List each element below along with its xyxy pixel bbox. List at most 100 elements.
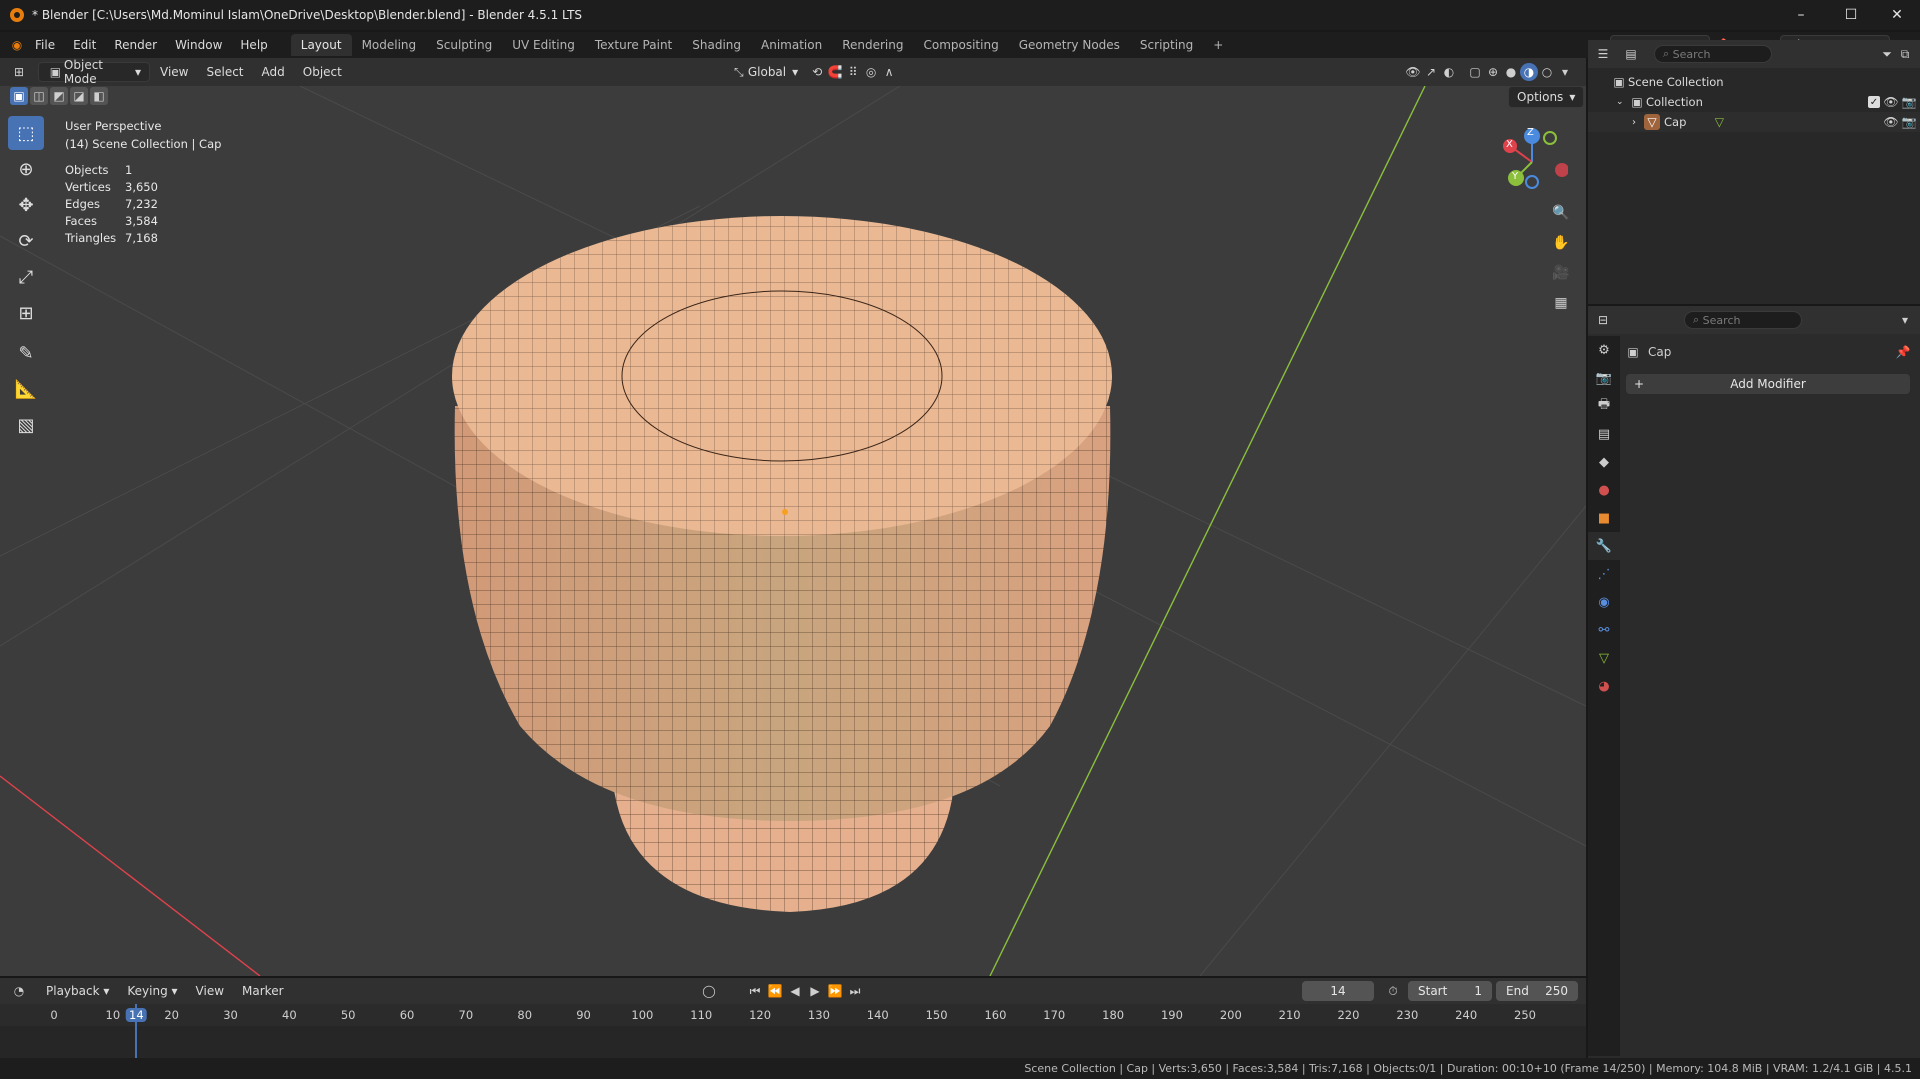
- cursor-tool-icon[interactable]: ⊕: [8, 152, 44, 186]
- menu-edit[interactable]: Edit: [64, 38, 105, 52]
- xray-icon[interactable]: ▢: [1466, 63, 1484, 81]
- add-cube-tool-icon[interactable]: ▧: [8, 408, 44, 442]
- menu-keying[interactable]: Keying ▾: [119, 981, 185, 1001]
- select-new-icon[interactable]: ▣: [10, 87, 28, 105]
- mesh-data-icon[interactable]: ▽: [1710, 113, 1728, 131]
- select-invert-icon[interactable]: ◪: [70, 87, 88, 105]
- world-tab-icon[interactable]: ●: [1588, 476, 1620, 504]
- menu-help[interactable]: Help: [231, 38, 276, 52]
- menu-view[interactable]: View: [152, 62, 196, 82]
- exclude-checkbox-icon[interactable]: ✓: [1868, 96, 1880, 108]
- shading-options-icon[interactable]: ▾: [1556, 63, 1574, 81]
- outliner-collection[interactable]: ⌄ ▣ Collection ✓ 👁 📷: [1588, 92, 1920, 112]
- timeline-track-area[interactable]: [0, 1004, 1586, 1058]
- tab-layout[interactable]: Layout: [290, 34, 352, 56]
- constraints-tab-icon[interactable]: ⚯: [1588, 616, 1620, 644]
- chevron-down-icon[interactable]: ▾: [1896, 311, 1914, 329]
- modifier-tab-icon[interactable]: 🔧: [1588, 532, 1620, 560]
- play-icon[interactable]: ▶: [806, 982, 824, 1000]
- gizmo-toggle-icon[interactable]: ↗: [1422, 63, 1440, 81]
- falloff-icon[interactable]: ∧: [880, 63, 898, 81]
- properties-search-input[interactable]: ⌕ Search: [1684, 311, 1802, 329]
- maximize-button[interactable]: ☐: [1828, 0, 1874, 30]
- material-preview-icon[interactable]: ◑: [1520, 63, 1538, 81]
- minimize-button[interactable]: –: [1778, 0, 1824, 30]
- physics-tab-icon[interactable]: ◉: [1588, 588, 1620, 616]
- new-collection-icon[interactable]: ⧉: [1896, 45, 1914, 63]
- perspective-toggle-icon[interactable]: ▦: [1548, 290, 1574, 316]
- blender-menu-icon[interactable]: ◉: [8, 36, 26, 54]
- outliner-editor-icon[interactable]: ☰: [1594, 45, 1612, 63]
- tab-shading[interactable]: Shading: [682, 34, 751, 56]
- menu-object[interactable]: Object: [295, 62, 350, 82]
- menu-marker[interactable]: Marker: [234, 981, 291, 1001]
- camera-view-icon[interactable]: 🎥: [1548, 260, 1574, 286]
- scene-tab-icon[interactable]: ◆: [1588, 448, 1620, 476]
- expand-arrow-icon[interactable]: ›: [1632, 117, 1644, 128]
- menu-add[interactable]: Add: [254, 62, 293, 82]
- 3d-viewport[interactable]: [0, 86, 1586, 976]
- tool-tab-icon[interactable]: ⚙: [1588, 336, 1620, 364]
- tab-animation[interactable]: Animation: [751, 34, 832, 56]
- menu-playback[interactable]: Playback ▾: [38, 981, 117, 1001]
- display-mode-icon[interactable]: ▤: [1622, 45, 1640, 63]
- prev-keyframe-icon[interactable]: ⏪: [766, 982, 784, 1000]
- jump-start-icon[interactable]: ⏮: [746, 982, 764, 1000]
- outliner-search-input[interactable]: ⌕ Search: [1654, 45, 1772, 63]
- render-camera-icon[interactable]: 📷: [1900, 113, 1918, 131]
- play-reverse-icon[interactable]: ◀: [786, 982, 804, 1000]
- measure-tool-icon[interactable]: 📐: [8, 372, 44, 406]
- move-tool-icon[interactable]: ✥: [8, 188, 44, 222]
- render-camera-icon[interactable]: 📷: [1900, 93, 1918, 111]
- jump-end-icon[interactable]: ⏭: [846, 982, 864, 1000]
- tab-modeling[interactable]: Modeling: [352, 34, 427, 56]
- close-button[interactable]: ✕: [1874, 0, 1920, 30]
- navigation-gizmo[interactable]: Z X Y: [1496, 126, 1569, 192]
- menu-window[interactable]: Window: [166, 38, 231, 52]
- rotate-tool-icon[interactable]: ⟳: [8, 224, 44, 258]
- tab-uv-editing[interactable]: UV Editing: [502, 34, 585, 56]
- transform-orientation[interactable]: ⤡ Global ▾: [722, 62, 806, 82]
- proportional-edit-icon[interactable]: ◎: [862, 63, 880, 81]
- tab-sculpting[interactable]: Sculpting: [426, 34, 502, 56]
- tab-scripting[interactable]: Scripting: [1130, 34, 1203, 56]
- tab-compositing[interactable]: Compositing: [913, 34, 1008, 56]
- end-frame-field[interactable]: End 250: [1496, 981, 1578, 1001]
- pivot-icon[interactable]: ⟲: [808, 63, 826, 81]
- view-layer-tab-icon[interactable]: ▤: [1588, 420, 1620, 448]
- timeline-editor-icon[interactable]: ◔: [10, 982, 28, 1000]
- pin-icon[interactable]: 📌: [1894, 343, 1912, 361]
- menu-render[interactable]: Render: [105, 38, 166, 52]
- properties-editor-icon[interactable]: ⊟: [1594, 311, 1612, 329]
- rendered-shading-icon[interactable]: ○: [1538, 63, 1556, 81]
- select-intersect-icon[interactable]: ◧: [90, 87, 108, 105]
- output-tab-icon[interactable]: 🖶: [1588, 392, 1620, 420]
- scale-tool-icon[interactable]: ⤢: [8, 260, 44, 294]
- visibility-icon[interactable]: 👁: [1404, 63, 1422, 81]
- select-box-tool-icon[interactable]: ⬚: [8, 116, 44, 150]
- tab-texture-paint[interactable]: Texture Paint: [585, 34, 682, 56]
- solid-shading-icon[interactable]: ●: [1502, 63, 1520, 81]
- start-frame-field[interactable]: Start 1: [1408, 981, 1492, 1001]
- data-tab-icon[interactable]: ▽: [1588, 644, 1620, 672]
- wireframe-shading-icon[interactable]: ⊕: [1484, 63, 1502, 81]
- auto-key-icon[interactable]: ◯: [700, 982, 718, 1000]
- add-workspace-button[interactable]: +: [1203, 34, 1233, 56]
- render-tab-icon[interactable]: 📷: [1588, 364, 1620, 392]
- outliner-scene-collection[interactable]: ▣ Scene Collection: [1588, 72, 1920, 92]
- object-tab-icon[interactable]: ■: [1588, 504, 1620, 532]
- menu-timeline-view[interactable]: View: [188, 981, 232, 1001]
- menu-select[interactable]: Select: [198, 62, 251, 82]
- zoom-icon[interactable]: 🔍: [1548, 200, 1574, 226]
- annotate-tool-icon[interactable]: ✎: [8, 336, 44, 370]
- particles-tab-icon[interactable]: ⋰: [1588, 560, 1620, 588]
- tab-geometry-nodes[interactable]: Geometry Nodes: [1009, 34, 1130, 56]
- snap-icon[interactable]: 🧲: [826, 63, 844, 81]
- menu-file[interactable]: File: [26, 38, 64, 52]
- add-modifier-button[interactable]: + Add Modifier: [1626, 374, 1910, 394]
- material-tab-icon[interactable]: ◕: [1588, 672, 1620, 700]
- select-subtract-icon[interactable]: ◩: [50, 87, 68, 105]
- tab-rendering[interactable]: Rendering: [832, 34, 913, 56]
- overlay-toggle-icon[interactable]: ◐: [1440, 63, 1458, 81]
- eye-icon[interactable]: 👁: [1882, 113, 1900, 131]
